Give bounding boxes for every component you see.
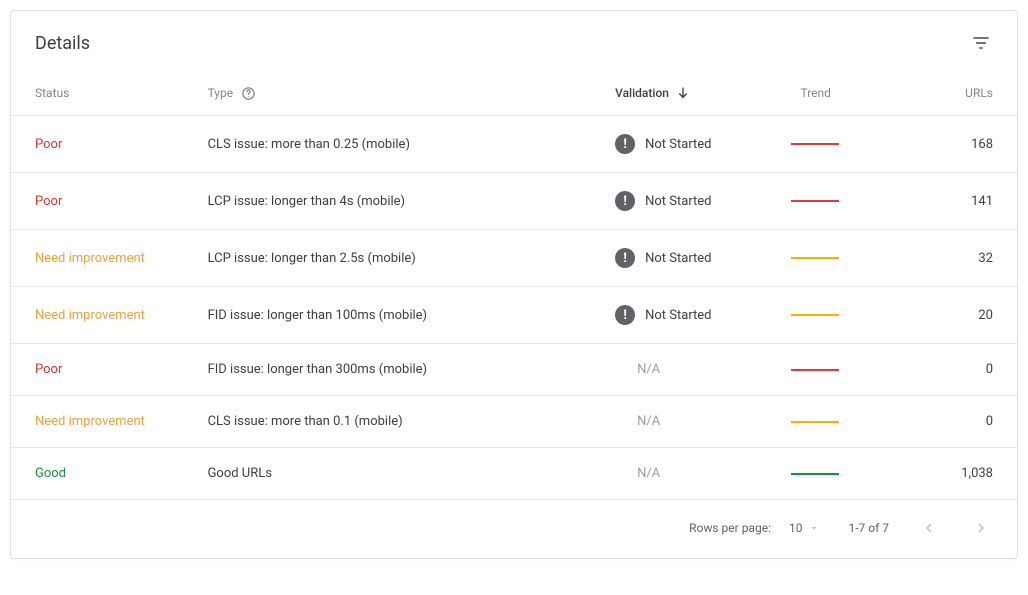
rows-per-page: Rows per page: 10 [689, 521, 820, 535]
column-header-status-label: Status [35, 86, 69, 100]
table-row[interactable]: PoorCLS issue: more than 0.25 (mobile)! N… [11, 116, 1017, 173]
validation-label: Not Started [645, 251, 711, 266]
table-row[interactable]: Need improvementLCP issue: longer than 2… [11, 230, 1017, 287]
urls-cell: 168 [929, 116, 1017, 173]
caret-down-icon [808, 522, 820, 534]
details-card: Details Status Type Validation [10, 10, 1018, 559]
exclamation-icon: ! [615, 191, 635, 211]
status-cell: Poor [11, 344, 192, 396]
filter-button[interactable] [969, 31, 993, 55]
column-header-type-label: Type [208, 86, 234, 100]
prev-page-button[interactable] [917, 516, 941, 540]
urls-cell: 1,038 [929, 448, 1017, 500]
type-cell: CLS issue: more than 0.25 (mobile) [192, 116, 600, 173]
validation-cell: ! Not Started [599, 230, 774, 287]
validation-label: Not Started [645, 194, 711, 209]
column-header-status[interactable]: Status [11, 73, 192, 116]
exclamation-icon: ! [615, 305, 635, 325]
validation-label: Not Started [645, 308, 711, 323]
card-header: Details [11, 11, 1017, 73]
trend-sparkline [791, 143, 839, 145]
table-row[interactable]: PoorLCP issue: longer than 4s (mobile)! N… [11, 173, 1017, 230]
trend-cell [775, 230, 930, 287]
urls-cell: 141 [929, 173, 1017, 230]
status-cell: Poor [11, 116, 192, 173]
validation-cell: N/A [599, 344, 774, 396]
column-header-urls-label: URLs [965, 86, 993, 100]
rows-per-page-label: Rows per page: [689, 521, 771, 535]
urls-cell: 0 [929, 344, 1017, 396]
details-table: Status Type Validation [11, 73, 1017, 500]
type-cell: LCP issue: longer than 4s (mobile) [192, 173, 600, 230]
status-cell: Good [11, 448, 192, 500]
validation-label: N/A [615, 466, 660, 481]
trend-sparkline [791, 421, 839, 423]
type-cell: FID issue: longer than 300ms (mobile) [192, 344, 600, 396]
table-footer: Rows per page: 10 1-7 of 7 [11, 500, 1017, 558]
status-cell: Poor [11, 173, 192, 230]
card-title: Details [35, 33, 90, 54]
status-cell: Need improvement [11, 287, 192, 344]
table-row[interactable]: Need improvementCLS issue: more than 0.1… [11, 396, 1017, 448]
validation-cell: ! Not Started [599, 287, 774, 344]
type-cell: LCP issue: longer than 2.5s (mobile) [192, 230, 600, 287]
column-header-validation-label: Validation [615, 86, 669, 100]
column-header-trend-label: Trend [801, 86, 831, 100]
rows-per-page-select[interactable]: 10 [789, 521, 821, 535]
chevron-left-icon [920, 519, 938, 537]
column-header-urls[interactable]: URLs [929, 73, 1017, 116]
next-page-button[interactable] [969, 516, 993, 540]
pagination-range: 1-7 of 7 [848, 521, 889, 535]
trend-sparkline [791, 200, 839, 202]
trend-cell [775, 287, 930, 344]
trend-sparkline [791, 473, 839, 475]
table-row[interactable]: GoodGood URLs N/A 1,038 [11, 448, 1017, 500]
exclamation-icon: ! [615, 134, 635, 154]
table-row[interactable]: PoorFID issue: longer than 300ms (mobile… [11, 344, 1017, 396]
rows-per-page-value: 10 [789, 521, 803, 535]
trend-sparkline [791, 257, 839, 259]
status-cell: Need improvement [11, 396, 192, 448]
help-icon[interactable] [241, 86, 256, 101]
urls-cell: 0 [929, 396, 1017, 448]
type-cell: FID issue: longer than 100ms (mobile) [192, 287, 600, 344]
column-header-validation[interactable]: Validation [599, 73, 774, 116]
validation-cell: N/A [599, 448, 774, 500]
validation-cell: N/A [599, 396, 774, 448]
validation-cell: ! Not Started [599, 173, 774, 230]
type-cell: CLS issue: more than 0.1 (mobile) [192, 396, 600, 448]
table-row[interactable]: Need improvementFID issue: longer than 1… [11, 287, 1017, 344]
urls-cell: 32 [929, 230, 1017, 287]
trend-cell [775, 344, 930, 396]
trend-sparkline [791, 369, 839, 371]
column-header-type[interactable]: Type [192, 73, 600, 116]
column-header-trend[interactable]: Trend [775, 73, 930, 116]
table-header-row: Status Type Validation [11, 73, 1017, 116]
trend-sparkline [791, 314, 839, 316]
filter-icon [971, 33, 991, 53]
type-cell: Good URLs [192, 448, 600, 500]
arrow-down-icon [675, 85, 691, 101]
trend-cell [775, 448, 930, 500]
validation-label: Not Started [645, 137, 711, 152]
validation-label: N/A [615, 362, 660, 377]
trend-cell [775, 116, 930, 173]
trend-cell [775, 173, 930, 230]
exclamation-icon: ! [615, 248, 635, 268]
urls-cell: 20 [929, 287, 1017, 344]
validation-cell: ! Not Started [599, 116, 774, 173]
validation-label: N/A [615, 414, 660, 429]
status-cell: Need improvement [11, 230, 192, 287]
trend-cell [775, 396, 930, 448]
chevron-right-icon [972, 519, 990, 537]
